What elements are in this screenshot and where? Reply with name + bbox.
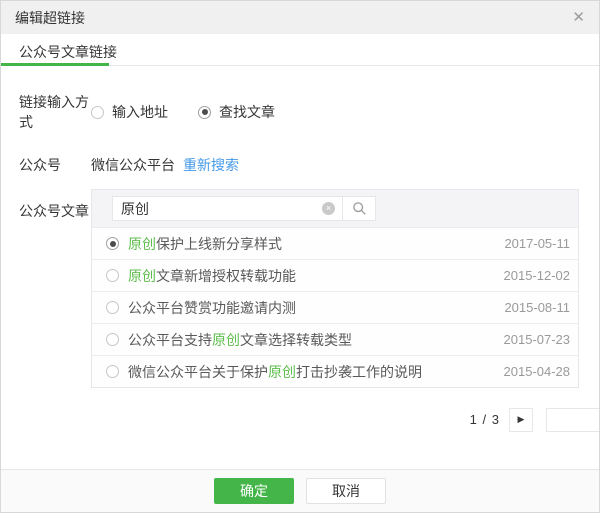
link-method-row: 链接输入方式 输入地址 查找文章 xyxy=(19,92,599,132)
radio-option-label: 查找文章 xyxy=(219,102,275,122)
article-radio[interactable] xyxy=(106,333,119,346)
article-date: 2015-04-28 xyxy=(494,364,571,379)
radio-option-find-article[interactable]: 查找文章 xyxy=(198,102,275,122)
article-row[interactable]: 原创文章新增授权转载功能 2015-12-02 xyxy=(92,259,578,291)
article-list: 原创保护上线新分享样式 2017-05-11 原创文章新增授权转载功能 2015-12… xyxy=(92,227,578,387)
active-tab-underline xyxy=(1,63,109,66)
next-page-icon: ▶ xyxy=(518,414,525,425)
article-row[interactable]: 公众平台赞赏功能邀请内测 2015-08-11 xyxy=(92,291,578,323)
page-separator: / xyxy=(483,412,488,427)
dialog-header: 编辑超链接 ✕ xyxy=(1,1,599,34)
article-radio[interactable] xyxy=(106,269,119,282)
article-title: 原创保护上线新分享样式 xyxy=(128,234,282,254)
confirm-button[interactable]: 确定 xyxy=(214,478,294,504)
pagination: 1 / 3 ▶ 跳转 xyxy=(91,407,600,432)
tab-bar: 公众号文章链接 xyxy=(1,34,599,66)
article-row[interactable]: 公众平台支持原创文章选择转载类型 2015-07-23 xyxy=(92,323,578,355)
search-section: × xyxy=(92,190,578,227)
article-title: 微信公众平台关于保护原创打击抄袭工作的说明 xyxy=(128,362,422,382)
account-label: 公众号 xyxy=(19,155,91,175)
research-link[interactable]: 重新搜索 xyxy=(183,155,239,175)
tab-article-link[interactable]: 公众号文章链接 xyxy=(1,34,117,62)
radio-option-enter-address[interactable]: 输入地址 xyxy=(91,102,168,122)
article-panel: × 原创保护上线新分享样式 2017-05-11 原创文章新增授权转载功能 2015-… xyxy=(91,189,579,388)
article-date: 2015-08-11 xyxy=(494,300,570,315)
article-date: 2017-05-11 xyxy=(494,236,570,251)
jump-page-input[interactable] xyxy=(546,408,600,432)
close-icon[interactable]: ✕ xyxy=(572,10,585,25)
dialog-footer: 确定 取消 xyxy=(1,469,599,512)
article-radio[interactable] xyxy=(106,301,119,314)
article-row[interactable]: 微信公众平台关于保护原创打击抄袭工作的说明 2015-04-28 xyxy=(92,355,578,387)
radio-option-label: 输入地址 xyxy=(112,102,168,122)
page-indicator: 1 / 3 xyxy=(470,412,500,427)
link-method-label: 链接输入方式 xyxy=(19,92,91,132)
radio-unselected-icon[interactable] xyxy=(91,106,104,119)
article-radio-selected[interactable] xyxy=(106,237,119,250)
article-date: 2015-07-23 xyxy=(494,332,571,347)
clear-icon[interactable]: × xyxy=(322,202,335,215)
cancel-button[interactable]: 取消 xyxy=(306,478,386,504)
article-title: 公众平台赞赏功能邀请内测 xyxy=(128,298,296,318)
article-title: 公众平台支持原创文章选择转载类型 xyxy=(128,330,352,350)
articles-label: 公众号文章 xyxy=(19,189,91,221)
search-button[interactable] xyxy=(342,197,375,220)
dialog-title: 编辑超链接 xyxy=(15,8,85,28)
account-row: 公众号 微信公众平台 重新搜索 xyxy=(19,155,599,175)
total-pages: 3 xyxy=(492,412,500,427)
current-page: 1 xyxy=(470,412,478,427)
link-method-options: 输入地址 查找文章 xyxy=(83,102,297,122)
next-page-button[interactable]: ▶ xyxy=(509,408,533,432)
search-icon xyxy=(352,201,367,216)
articles-row: 公众号文章 × 原创保护上线新分享样式2017-0 xyxy=(19,189,599,388)
article-title: 原创文章新增授权转载功能 xyxy=(128,266,296,286)
edit-hyperlink-dialog: 编辑超链接 ✕ 公众号文章链接 链接输入方式 输入地址 查找文章 公众号 微信公… xyxy=(0,0,600,513)
article-row[interactable]: 原创保护上线新分享样式 2017-05-11 xyxy=(92,227,578,259)
search-box: × xyxy=(112,196,376,221)
account-name: 微信公众平台 xyxy=(91,155,175,175)
article-radio[interactable] xyxy=(106,365,119,378)
search-input[interactable] xyxy=(113,197,322,220)
radio-selected-icon[interactable] xyxy=(198,106,211,119)
article-date: 2015-12-02 xyxy=(494,268,571,283)
